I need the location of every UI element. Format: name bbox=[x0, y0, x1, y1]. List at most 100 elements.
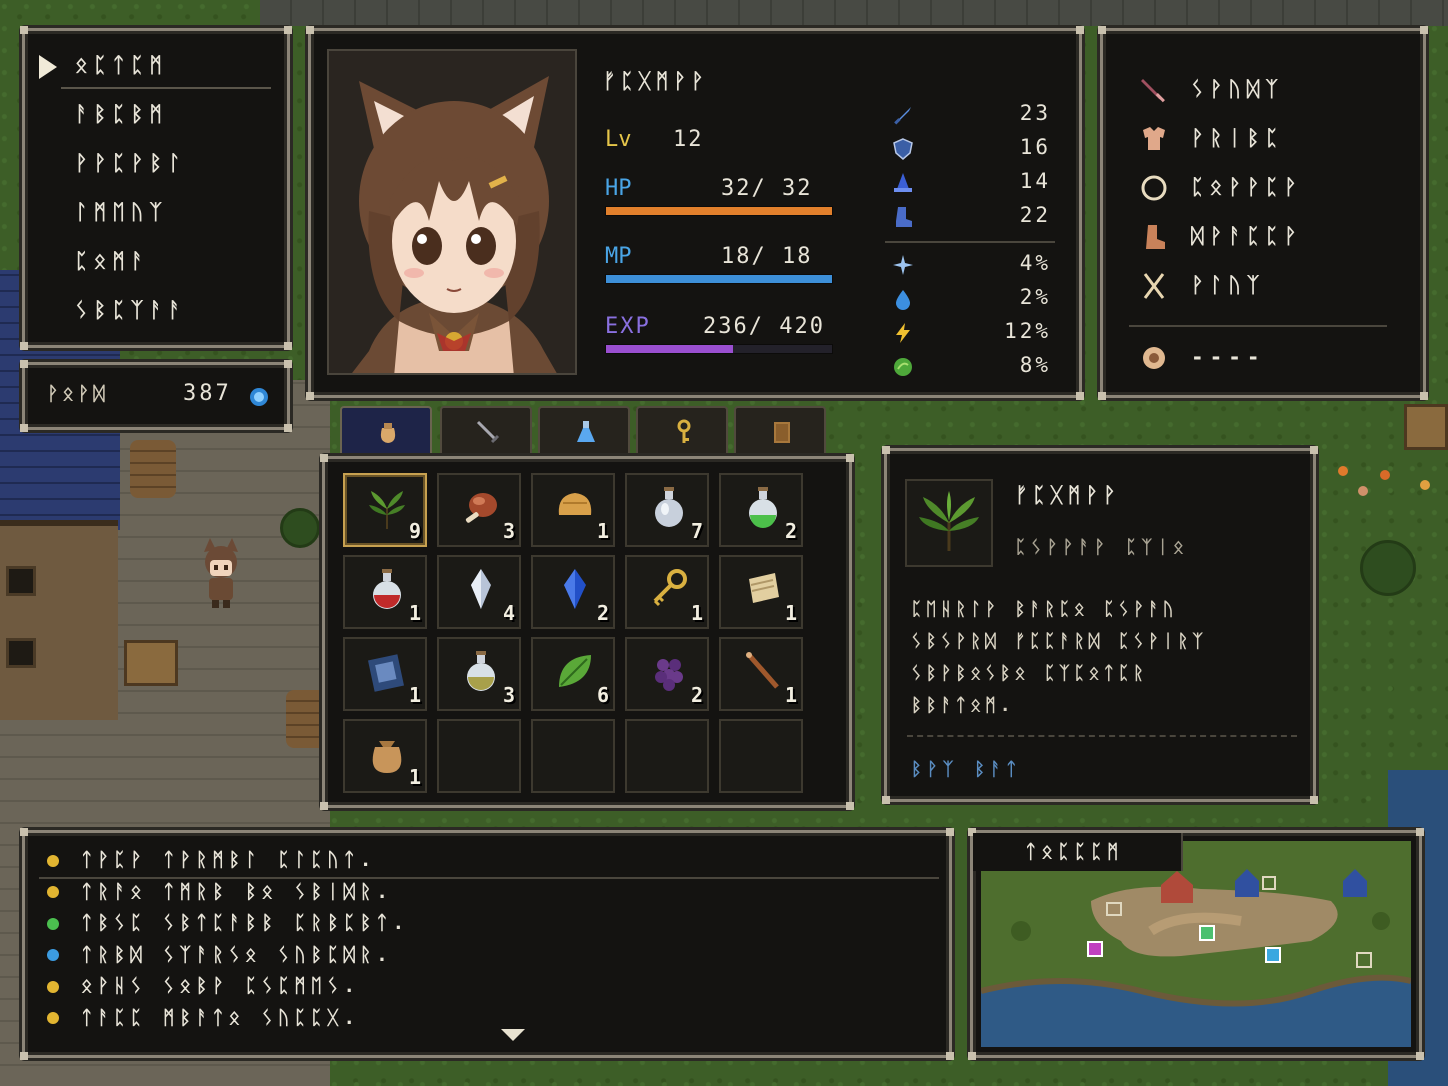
item-count: 9 bbox=[408, 519, 421, 543]
resist-light: 4% bbox=[891, 251, 1051, 281]
inventory-slot-empty[interactable] bbox=[437, 719, 521, 793]
detail-description-line-4: ᛒᛒᚨᛏᛟᛗ. bbox=[911, 695, 1015, 716]
exp-bar bbox=[605, 344, 833, 354]
equip-slot-amulet[interactable]: ᚹᛚᚢᛉ bbox=[1139, 269, 1409, 305]
resist-water: 2% bbox=[891, 285, 1051, 315]
item-detail-panel: ᚠᛈᚷᛗᚹᚹ ᛈᛊᚹᚹᚨᚹ ᛈᛉᛁᛟ ᛈᛖᚺᚱᛚᚹ ᛒᚨᚱᛈᛟ ᛈᛊᚹᚨᚢ ᛊᛒ… bbox=[882, 446, 1318, 804]
inventory-slot[interactable]: 7 bbox=[625, 473, 709, 547]
menu-item-5[interactable]: ᛈᛟᛗᚨ bbox=[75, 249, 149, 273]
inventory-slot[interactable]: 1 bbox=[343, 555, 427, 629]
item-count: 6 bbox=[596, 683, 609, 707]
detail-description-line-3: ᛊᛒᚹᛒᛟᛊᛒᛟ ᛈᛉᛈᛟᛏᛈᚱ bbox=[911, 663, 1148, 684]
house-window bbox=[6, 566, 36, 596]
inventory-slot[interactable]: 1 bbox=[531, 473, 615, 547]
quest-marker-icon[interactable] bbox=[1199, 925, 1215, 941]
hp-bar bbox=[605, 206, 833, 216]
log-line: ᛏᚨᛈᛈ ᛗᛒᚨᛏᛟ ᛊᚢᛈᛈᚷ. bbox=[47, 1007, 360, 1035]
inventory-slot[interactable]: 1 bbox=[343, 719, 427, 793]
shop-marker-icon[interactable] bbox=[1265, 947, 1281, 963]
main-menu-panel: ᛟᛈᛏᛈᛗ ᚨᛒᛈᛒᛗ ᚹᚹᛈᚹᛒᛚ ᛚᛗᛖᚢᛉ ᛈᛟᛗᚨ ᛊᛒᛈᛉᚨᚨ bbox=[20, 26, 292, 350]
player-character-sprite[interactable] bbox=[196, 538, 246, 608]
inventory-slot-empty[interactable] bbox=[719, 719, 803, 793]
amulet-icon bbox=[1143, 273, 1165, 299]
menu-item-1[interactable]: ᛟᛈᛏᛈᛗ bbox=[75, 53, 168, 77]
inventory-slot[interactable]: 1 bbox=[719, 555, 803, 629]
shield-icon bbox=[893, 138, 913, 160]
leaf-orb-icon bbox=[894, 358, 912, 376]
equip-slot-crest[interactable]: ---- bbox=[1139, 341, 1409, 377]
log-scroll-down-icon[interactable] bbox=[501, 1029, 525, 1041]
log-text: ᛏᚹᛈᚹ ᛏᚹᚱᛗᛒᛚ ᛈᛚᛈᚢᛏ. bbox=[81, 849, 377, 871]
inventory-slot[interactable]: 2 bbox=[531, 555, 615, 629]
menu-item-3[interactable]: ᚹᚹᛈᚹᛒᛚ bbox=[75, 151, 187, 175]
log-bullet-icon bbox=[47, 1012, 59, 1024]
inventory-slot[interactable]: 1 bbox=[719, 637, 803, 711]
menu-item-6[interactable]: ᛊᛒᛈᛉᚨᚨ bbox=[75, 298, 187, 322]
meat-icon bbox=[459, 485, 503, 531]
equip-slot-boots[interactable]: ᛞᚹᚨᛈᛈᚹ bbox=[1139, 220, 1409, 256]
item-count: 1 bbox=[408, 683, 421, 707]
bread-icon bbox=[553, 485, 597, 531]
stat-agility-value: 22 bbox=[1019, 203, 1051, 227]
log-text: ᛏᚱᚨᛟ ᛏᛗᚱᛒ ᛒᛟ ᛊᛒᛁᛞᚱ. bbox=[81, 880, 393, 903]
log-line: ᛏᚱᛒᛞ ᛊᛉᚨᚱᛊᛟ ᛊᚢᛒᛈᛞᚱ. bbox=[47, 944, 393, 972]
sword-icon bbox=[1141, 79, 1165, 103]
player-marker-icon[interactable] bbox=[1087, 941, 1103, 957]
inventory-slot[interactable]: 3 bbox=[437, 473, 521, 547]
inventory-slot[interactable]: 1 bbox=[343, 637, 427, 711]
gold-key-icon bbox=[647, 567, 691, 613]
item-count: 1 bbox=[784, 683, 797, 707]
tree bbox=[280, 508, 320, 548]
minimap-terrain bbox=[981, 841, 1411, 1047]
character-name: ᚠᛈᚷᛗᚹᚹ bbox=[603, 69, 709, 93]
boot-icon bbox=[896, 207, 912, 227]
menu-item-4[interactable]: ᛚᛗᛖᚢᛉ bbox=[75, 200, 168, 224]
minimap-title-tab: ᛏᛟᛈᛈᛈᛗ bbox=[973, 833, 1183, 871]
inventory-slot-empty[interactable] bbox=[531, 719, 615, 793]
inventory-slot[interactable]: 3 bbox=[437, 637, 521, 711]
stat-attack: 23 bbox=[891, 101, 1051, 131]
sword-icon bbox=[894, 107, 911, 125]
minimap-title: ᛏᛟᛈᛈᛈᛗ bbox=[1025, 841, 1124, 863]
flower bbox=[1420, 480, 1430, 490]
equip-slot-accessory[interactable]: ᛈᛟᚹᚹᛈᚹ bbox=[1139, 171, 1409, 207]
inventory-slot[interactable]: 2 bbox=[625, 637, 709, 711]
mp-bar-fill bbox=[606, 275, 832, 283]
stat-magic: 14 bbox=[891, 169, 1051, 199]
log-text: ᛏᚨᛈᛈ ᛗᛒᚨᛏᛟ ᛊᚢᛈᛈᚷ. bbox=[81, 1006, 360, 1029]
equip-slot-weapon[interactable]: ᛊᚹᚢᛞᛉ bbox=[1139, 73, 1409, 109]
gold-amount: 387 bbox=[183, 381, 232, 406]
inventory-slot[interactable]: 2 bbox=[719, 473, 803, 547]
key-icon bbox=[677, 419, 691, 443]
crystal-icon bbox=[459, 567, 503, 613]
tab-keys[interactable] bbox=[636, 406, 728, 456]
stat-magic-value: 14 bbox=[1019, 169, 1051, 193]
inventory-slot-empty[interactable] bbox=[625, 719, 709, 793]
tab-potions[interactable] bbox=[538, 406, 630, 456]
tab-items[interactable] bbox=[340, 406, 432, 456]
equip-slot-armor[interactable]: ᚹᚱᛁᛒᛈ bbox=[1139, 122, 1409, 158]
inventory-slot[interactable]: 9 bbox=[343, 473, 427, 547]
red-potion-icon bbox=[365, 567, 409, 613]
item-count: 3 bbox=[502, 683, 515, 707]
inventory-slot[interactable]: 6 bbox=[531, 637, 615, 711]
resist-thunder: 12% bbox=[891, 319, 1051, 349]
inventory-slot[interactable]: 1 bbox=[625, 555, 709, 629]
log-line: ᛏᚱᚨᛟ ᛏᛗᚱᛒ ᛒᛟ ᛊᛒᛁᛞᚱ. bbox=[47, 881, 393, 909]
log-bullet-icon bbox=[47, 917, 59, 930]
water-drop-icon bbox=[896, 290, 910, 310]
minimap-view[interactable] bbox=[981, 841, 1411, 1047]
hp-bar-fill bbox=[606, 207, 832, 215]
tab-weapons[interactable] bbox=[440, 406, 532, 456]
bag-icon bbox=[380, 423, 396, 443]
flower bbox=[1338, 466, 1348, 476]
detail-description-line-1: ᛈᛖᚺᚱᛚᚹ ᛒᚨᚱᛈᛟ ᛈᛊᚹᚨᚢ bbox=[911, 599, 1178, 620]
flower bbox=[1380, 470, 1390, 480]
equip-weapon-label: ᛊᚹᚢᛞᛉ bbox=[1191, 77, 1284, 101]
log-text: ᛟᚹᚺᛊ ᛊᛟᛒᚹ ᛈᛊᛈᛗᛖᛊ. bbox=[81, 975, 360, 997]
yellow-potion-icon bbox=[459, 649, 503, 695]
menu-item-2[interactable]: ᚨᛒᛈᛒᛗ bbox=[75, 102, 168, 126]
tab-documents[interactable] bbox=[734, 406, 826, 456]
inventory-slot[interactable]: 4 bbox=[437, 555, 521, 629]
wand-icon bbox=[741, 649, 785, 695]
